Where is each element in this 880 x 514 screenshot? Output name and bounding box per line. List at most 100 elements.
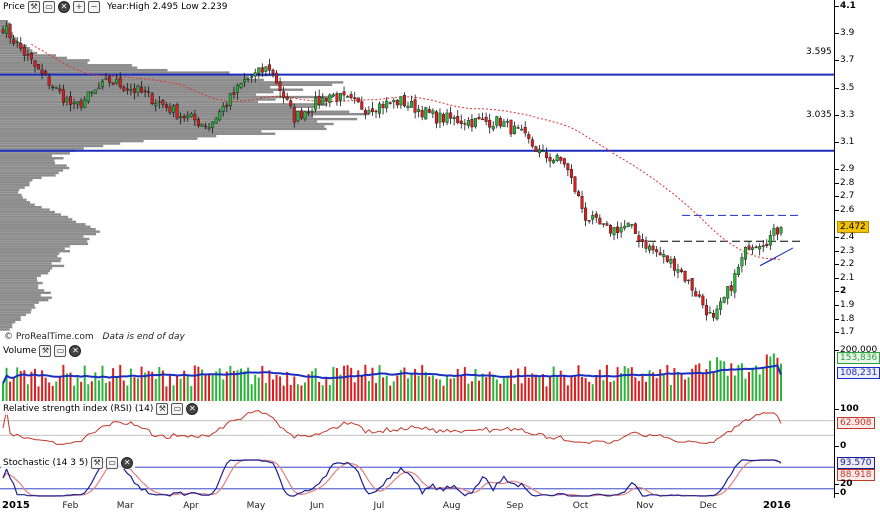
volume-bar (250, 384, 253, 401)
close-icon[interactable]: ✕ (69, 345, 82, 357)
volume-bar (232, 370, 235, 401)
candle-body (569, 169, 573, 178)
volume-bar (321, 385, 324, 401)
plus-icon[interactable]: + (72, 1, 85, 13)
volume-profile-bar (0, 308, 32, 312)
volume-profile-bar (0, 115, 314, 118)
volume-bar (442, 385, 445, 401)
volume-bar (264, 382, 267, 401)
window-icon[interactable]: ▭ (42, 1, 55, 13)
time-axis-label: Oct (572, 501, 589, 511)
candle-body (662, 254, 666, 258)
price-axis-tick: 2.6 (834, 204, 855, 215)
volume-bar (652, 372, 655, 401)
volume-profile-bar (0, 318, 21, 321)
price-axis-tick: 2 (834, 286, 847, 297)
price-axis-tick: 2.3 (834, 245, 855, 256)
candle-body (758, 246, 762, 250)
volume-profile-bar (0, 157, 64, 160)
candle-body (598, 217, 602, 225)
candle-body (626, 222, 630, 227)
volume-plot[interactable] (0, 344, 834, 402)
volume-bar (12, 378, 15, 401)
year-high-low-info: Year:High 2.495 Low 2.239 (106, 2, 228, 12)
time-axis-label: Aug (442, 501, 461, 511)
volume-bar (613, 380, 616, 401)
candle-body (623, 226, 627, 229)
volume-profile-bar (0, 137, 198, 140)
volume-profile-bar (0, 262, 52, 265)
volume-bar (154, 379, 157, 401)
volume-bar (268, 370, 271, 401)
candle-body (172, 105, 176, 113)
volume-tag: 153,836 (837, 352, 880, 364)
candle-body (299, 110, 303, 119)
candle-body (367, 110, 371, 114)
volume-bar (261, 365, 264, 401)
volume-profile-bar (0, 289, 45, 292)
volume-bar (538, 376, 541, 401)
volume-bar (62, 364, 65, 401)
volume-bar (378, 365, 381, 401)
wrench-icon[interactable]: ⚒ (27, 1, 40, 13)
volume-bar (680, 373, 683, 401)
price-plot[interactable] (0, 0, 834, 344)
volume-bar (293, 376, 296, 401)
volume-bar (684, 379, 687, 401)
candle-body (264, 66, 268, 72)
volume-bar (495, 379, 498, 401)
volume-bar (453, 378, 456, 401)
close-icon[interactable]: ✕ (57, 1, 70, 13)
volume-profile-bar (0, 130, 262, 133)
volume-bar (90, 381, 93, 401)
candle-body (356, 97, 360, 103)
wrench-icon[interactable]: ⚒ (156, 403, 169, 415)
volume-bar (460, 374, 463, 401)
volume-bar (87, 384, 90, 401)
candle-body (559, 157, 563, 161)
price-axis-tick: 1.8 (834, 313, 855, 324)
volume-profile-bar (0, 306, 36, 309)
window-icon[interactable]: ▭ (54, 345, 67, 357)
wrench-icon[interactable]: ⚒ (91, 457, 104, 469)
candle-body (577, 191, 581, 197)
candle-body (687, 279, 691, 282)
candle-body (331, 94, 335, 97)
candle-body (282, 91, 286, 98)
candle-body (22, 46, 26, 56)
close-icon[interactable]: ✕ (186, 403, 199, 415)
volume-bar (577, 365, 580, 401)
volume-bar (708, 360, 711, 401)
level-label-3035: 3.035 (806, 110, 832, 120)
volume-bar (289, 384, 292, 401)
volume-bar (428, 376, 431, 401)
window-icon[interactable]: ▭ (171, 403, 184, 415)
candle-body (1, 29, 5, 33)
candle-body (477, 117, 481, 120)
wrench-icon[interactable]: ⚒ (39, 345, 52, 357)
candle-body (466, 120, 470, 126)
candle-body (665, 255, 669, 262)
volume-profile-bar (0, 120, 318, 123)
volume-bar (371, 367, 374, 401)
close-icon[interactable]: ✕ (121, 457, 134, 469)
candle-body (8, 24, 12, 39)
candle-body (392, 100, 396, 103)
volume-profile-bar (0, 242, 89, 246)
stochastic-k-tag: 93.570 (837, 457, 875, 469)
rsi-tag: 62.908 (837, 417, 875, 429)
candle-body (97, 87, 101, 90)
volume-profile-bar (0, 78, 264, 82)
volume-bar (524, 366, 527, 401)
volume-profile-bar (0, 122, 334, 126)
volume-bar (662, 373, 665, 401)
window-icon[interactable]: ▭ (106, 457, 119, 469)
minus-icon[interactable]: − (87, 1, 100, 13)
volume-bar (627, 368, 630, 401)
candle-body (189, 113, 193, 118)
candle-body (587, 220, 591, 222)
volume-bar (485, 377, 488, 401)
volume-profile-bar (0, 323, 13, 326)
time-axis: 2015 Feb Mar Apr May Jun Jul Aug Sep Oct Nov Dec 201… (0, 498, 834, 514)
candle-body (520, 128, 524, 131)
